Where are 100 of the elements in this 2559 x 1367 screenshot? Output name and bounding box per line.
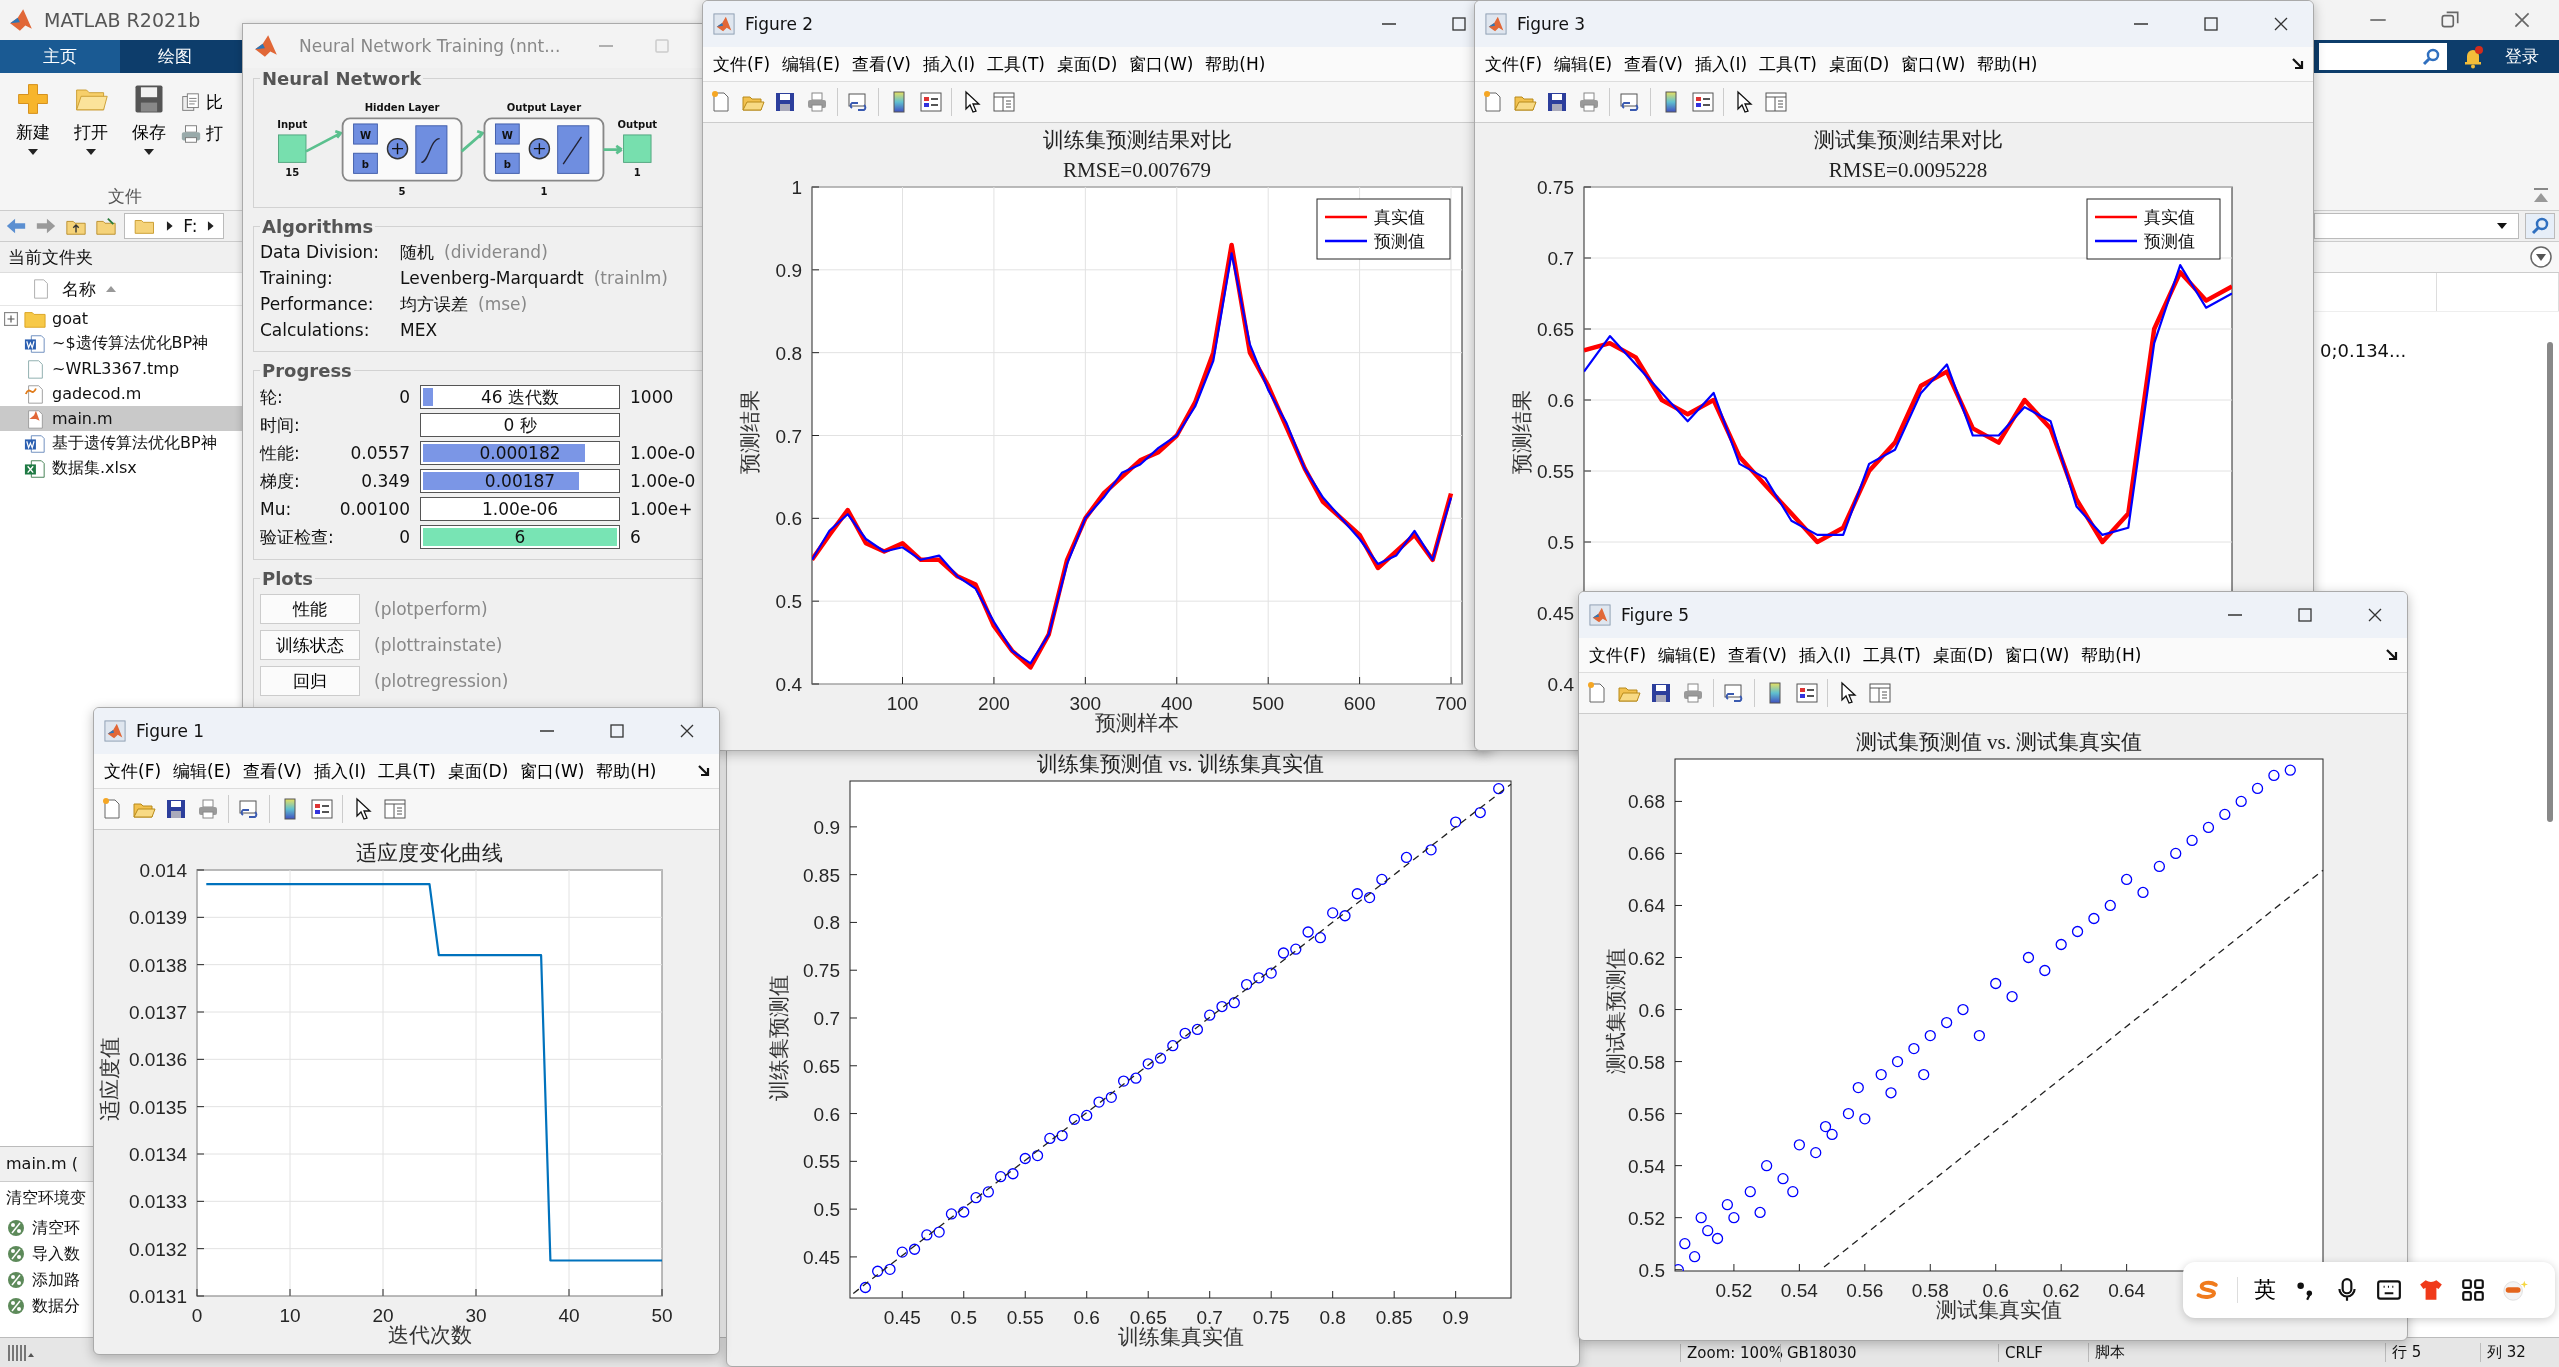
window-title: Figure 3: [1517, 14, 1586, 34]
status-encoding: GB18030: [1780, 1343, 1998, 1362]
tick-label: 0.9: [775, 259, 802, 281]
menu-item[interactable]: 工具(T): [372, 759, 442, 783]
window-title: Neural Network Training (nnt...: [299, 36, 561, 56]
menu-item[interactable]: 查看(V): [846, 52, 917, 76]
menu-item[interactable]: 桌面(D): [441, 759, 515, 783]
menu-item[interactable]: 查看(V): [1618, 52, 1689, 76]
tick-label: 20: [372, 1305, 394, 1326]
menu-item[interactable]: 文件(F): [1583, 643, 1653, 667]
section-item[interactable]: 导入数: [6, 1241, 80, 1267]
menu-item[interactable]: 插入(I): [1792, 643, 1858, 667]
menu-item[interactable]: 窗口(W): [1999, 643, 2076, 667]
menu-item[interactable]: 插入(I): [307, 759, 373, 783]
field-value: MEX: [400, 320, 438, 340]
menu-item[interactable]: 文件(F): [98, 759, 168, 783]
status-file-type: 脚本: [2088, 1343, 2385, 1362]
menu-item[interactable]: 工具(T): [981, 52, 1051, 76]
field-label: 轮:: [260, 385, 284, 409]
tick-label: 0.56: [1628, 1103, 1665, 1125]
menu-item[interactable]: 窗口(W): [1123, 52, 1200, 76]
axis-label: 适应度值: [98, 1037, 122, 1121]
tick-label: 0.85: [1375, 1307, 1413, 1328]
menu-item[interactable]: 文件(F): [707, 52, 777, 76]
tick-label: 0.0137: [128, 1002, 187, 1023]
progress-value: 0.00187: [484, 471, 556, 491]
menu-item[interactable]: 窗口(W): [1895, 52, 1972, 76]
section-item[interactable]: 清空环: [6, 1215, 80, 1241]
tick-label: 30: [465, 1305, 487, 1326]
menu-item[interactable]: 桌面(D): [1050, 52, 1124, 76]
field-note: (dividerand): [444, 242, 548, 262]
bias-block: b: [353, 152, 378, 174]
plot-button[interactable]: 回归: [260, 666, 360, 696]
tick-label: 0.5: [813, 1199, 840, 1221]
file-item[interactable]: goat: [0, 306, 242, 331]
toolstrip-button[interactable]: 比: [180, 91, 223, 114]
plot-button[interactable]: 性能: [260, 594, 360, 624]
tick-label: 700: [1435, 693, 1467, 714]
end-value: 6: [630, 527, 641, 547]
menu-item[interactable]: 查看(V): [237, 759, 308, 783]
menu-item[interactable]: 工具(T): [1753, 52, 1823, 76]
menu-item[interactable]: 插入(I): [916, 52, 982, 76]
legend-label: 真实值: [2144, 208, 2195, 227]
ribbon-tab[interactable]: 主页: [0, 40, 120, 73]
tick-label: 0.0131: [128, 1286, 187, 1307]
menu-item[interactable]: 帮助(H): [2075, 643, 2148, 667]
menu-item[interactable]: 插入(I): [1688, 52, 1754, 76]
file-item[interactable]: 基于遗传算法优化BP神: [0, 431, 242, 456]
tick-label: 0.58: [1911, 1280, 1949, 1301]
status-column: 列 32: [2480, 1343, 2559, 1362]
menu-item[interactable]: 桌面(D): [1822, 52, 1896, 76]
menu-item[interactable]: 帮助(H): [590, 759, 663, 783]
menu-item[interactable]: 编辑(E): [1652, 643, 1723, 667]
axis-label: 测试集真实值: [1936, 1298, 2062, 1322]
section-label: 文件: [108, 185, 142, 208]
status-zoom: Zoom: 100%: [1680, 1343, 1780, 1362]
field-label: 性能:: [260, 441, 301, 465]
section-item[interactable]: 数据分: [6, 1293, 80, 1319]
menu-item[interactable]: 工具(T): [1857, 643, 1927, 667]
file-item[interactable]: ~$遗传算法优化BP神: [0, 331, 242, 356]
ribbon-tab[interactable]: 绘图: [120, 40, 230, 73]
menu-item[interactable]: 编辑(E): [1548, 52, 1619, 76]
weight-block: W: [353, 123, 378, 145]
language-toggle[interactable]: 英: [2254, 1275, 2276, 1305]
column-header[interactable]: 名称: [0, 273, 242, 306]
menu-item[interactable]: 查看(V): [1722, 643, 1793, 667]
file-item[interactable]: main.m: [0, 406, 242, 431]
chart-title: 测试集预测值 vs. 测试集真实值: [1855, 730, 2143, 754]
toolstrip-button[interactable]: 打开: [64, 81, 118, 156]
tick-label: 0.8: [1319, 1307, 1346, 1328]
menu-item[interactable]: 窗口(W): [514, 759, 591, 783]
panel-title: 当前文件夹: [0, 242, 242, 273]
menu-item[interactable]: 编辑(E): [167, 759, 238, 783]
window-title: Figure 2: [745, 14, 814, 34]
toolstrip-button[interactable]: 新建: [6, 81, 60, 156]
node-label: Output: [617, 118, 658, 130]
start-value: 0.349: [361, 471, 410, 491]
toolstrip-button[interactable]: 打: [180, 122, 223, 145]
tick-label: 0.0138: [128, 954, 187, 976]
path-field[interactable]: F:: [124, 213, 224, 239]
section-item[interactable]: 添加路: [6, 1267, 80, 1293]
status-line-ending: CRLF: [1998, 1343, 2088, 1362]
file-item[interactable]: gadecod.m: [0, 381, 242, 406]
field-label: Calculations:: [260, 320, 371, 340]
tick-label: 0.4: [775, 674, 802, 695]
file-item[interactable]: ~WRL3367.tmp: [0, 356, 242, 381]
tick-label: 0.58: [1628, 1051, 1665, 1073]
menu-item[interactable]: 编辑(E): [776, 52, 847, 76]
menu-item[interactable]: 帮助(H): [1971, 52, 2044, 76]
plot-button[interactable]: 训练状态: [260, 630, 360, 660]
menu-item[interactable]: 文件(F): [1479, 52, 1549, 76]
toolstrip-button[interactable]: 保存: [122, 81, 176, 156]
window-title: Figure 1: [136, 721, 205, 741]
menu-item[interactable]: 帮助(H): [1199, 52, 1272, 76]
variable-value: 0;0.134...: [2320, 340, 2407, 361]
sign-in-link[interactable]: 登录: [2499, 44, 2545, 69]
tick-label: 0.55: [1537, 461, 1574, 482]
menu-item[interactable]: 桌面(D): [1926, 643, 2000, 667]
file-item[interactable]: 数据集.xlsx: [0, 456, 242, 481]
function-note: (plotregression): [374, 671, 509, 691]
